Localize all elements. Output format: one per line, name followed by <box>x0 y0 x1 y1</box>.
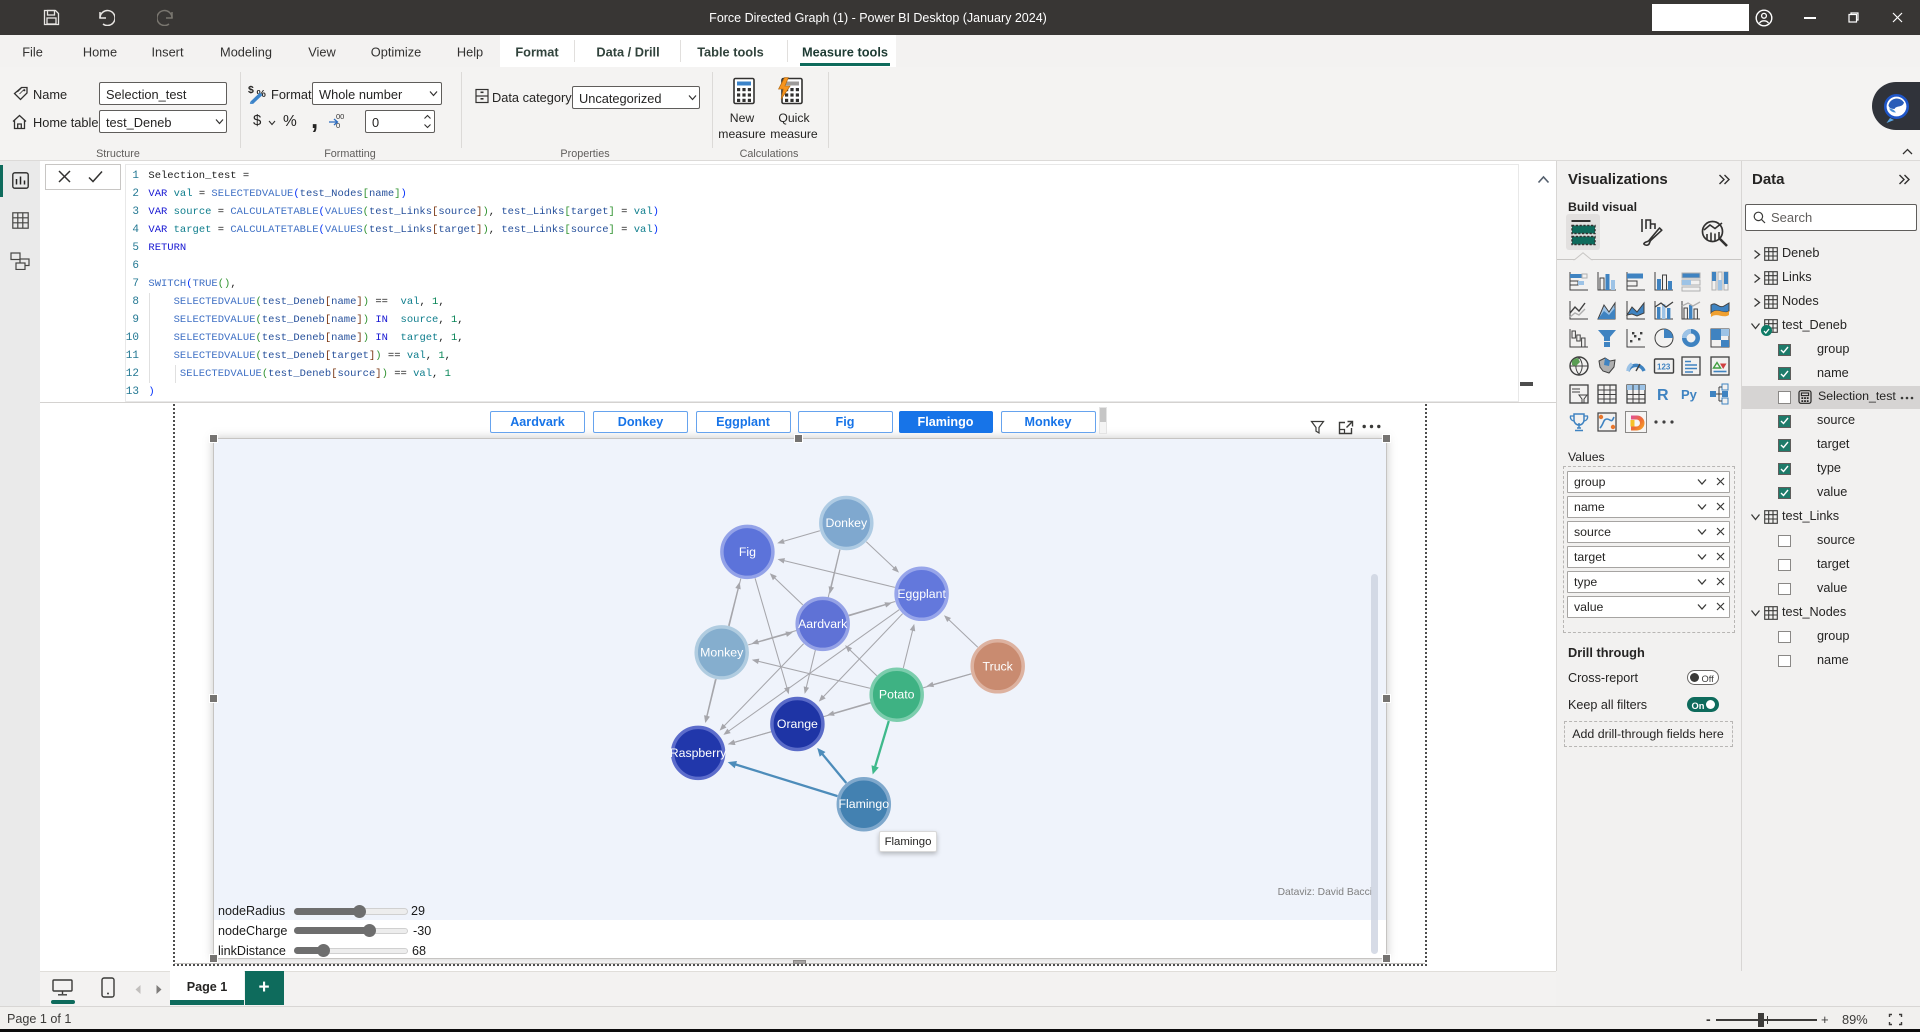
svg-text:Fig: Fig <box>738 544 755 558</box>
svg-text:R: R <box>1657 387 1669 404</box>
svg-text:Py: Py <box>1681 387 1698 402</box>
svg-text:123: 123 <box>1657 362 1671 371</box>
svg-text:Orange: Orange <box>776 717 817 731</box>
svg-text:Potato: Potato <box>878 687 914 701</box>
svg-text:Truck: Truck <box>982 659 1013 673</box>
svg-text:Monkey: Monkey <box>700 645 744 659</box>
svg-text:Raspberry: Raspberry <box>669 745 727 759</box>
svg-text:Flamingo: Flamingo <box>838 797 889 811</box>
svg-text:Donkey: Donkey <box>825 516 868 530</box>
svg-text:Eggplant: Eggplant <box>897 586 946 600</box>
svg-text:Aardvark: Aardvark <box>798 616 848 630</box>
svg-text:00: 00 <box>336 112 344 121</box>
